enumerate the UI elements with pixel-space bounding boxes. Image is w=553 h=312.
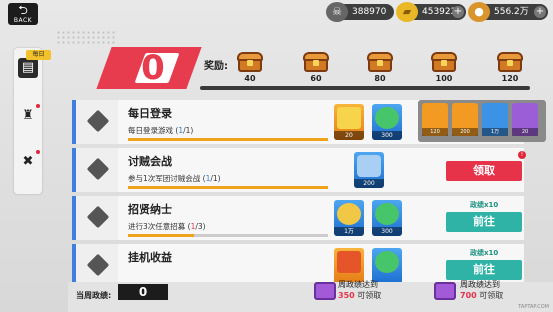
task-title: 招贤纳士 [128,203,172,216]
gear-icon [357,155,381,177]
side-nav: ▤ ♜ ✖ [14,48,42,194]
claim-700: 周政绩达到 700 可领取 [460,280,504,300]
nav-battle[interactable]: ✖ [18,152,38,172]
go-button[interactable]: 前往 [446,212,522,232]
preview-item[interactable]: 200 [452,103,478,136]
fire-icon [337,251,361,273]
milestone-60: 60 [310,74,322,83]
dot-pattern [56,30,116,44]
skull-icon: ☠ [326,2,348,22]
resource-skull: ☠ 388970 [326,2,394,22]
task-desc: 进行3次任意招募 (1/3) [128,222,206,231]
copper-coin-icon [337,203,361,225]
claim-button[interactable]: 领取 [446,161,522,181]
task-progress-bar [128,138,328,141]
green-token-icon [375,107,399,129]
task-row-idle: 挂机收益 政绩x10 前往 [72,244,524,284]
reward-label: 奖励: [204,61,228,72]
clipboard-icon: ▤ [21,60,35,75]
milestone-progress [200,86,530,90]
treasure-box-icon[interactable] [434,282,456,300]
add-coin-button[interactable]: + [534,6,546,18]
reward-item[interactable]: 20 [334,104,364,140]
gold-ingot-icon [337,107,361,129]
watermark: TAPTAP.COM [518,304,549,310]
green-token-icon [375,203,399,225]
milestone-120: 120 [501,74,519,83]
milestone-80: 80 [374,74,386,83]
task-row-recruit: 招贤纳士 进行3次任意招募 (1/3) 1万 300 政绩x10 前往 [72,196,524,240]
notification-dot [36,104,40,108]
top-bar: ⮌ BACK ☠ 388970 ▰ 453922 + ● 556.2万 + [0,0,553,28]
nav-daily-tag: 每日 [26,50,51,60]
claim-350: 周政绩达到 350 可领取 [338,280,382,300]
nav-achievement[interactable]: ♜ [18,106,38,126]
green-token-icon [375,251,399,273]
reward-item[interactable]: 200 [354,152,384,188]
go-button[interactable]: 前往 [446,260,522,280]
chest-60[interactable] [302,52,330,74]
back-arrow-icon: ⮌ [18,3,28,17]
resource-skull-value: 388970 [352,7,387,17]
week-merit-value: 0 [118,284,168,300]
reward-preview-panel: 120 200 1万 20 [418,100,546,142]
milestone-40: 40 [244,74,256,83]
task-desc: 参与1次军团讨贼会战 (1/1) [128,174,221,183]
chest-120[interactable] [496,52,524,74]
task-row-battle: 讨贼会战 参与1次军团讨贼会战 (1/1) 200 领取 ! [72,148,526,192]
back-label: BACK [13,17,33,24]
preview-item[interactable]: 1万 [482,103,508,136]
swords-icon: ✖ [22,154,34,169]
resource-gold: ▰ 453922 + [396,2,466,22]
add-gold-button[interactable]: + [452,6,464,18]
reward-item[interactable]: 300 [372,200,402,236]
chest-40[interactable] [236,52,264,74]
task-title: 每日登录 [128,107,172,120]
back-button[interactable]: ⮌ BACK [8,3,38,25]
merit-caption: 政绩x10 [470,249,499,257]
notification-dot [36,150,40,154]
milestone-100: 100 [435,74,453,83]
treasure-box-icon[interactable] [314,282,336,300]
preview-item[interactable]: 120 [422,103,448,136]
task-desc: 每日登录游戏 (1/1) [128,126,194,135]
chest-100[interactable] [430,52,458,74]
reward-item[interactable]: 300 [372,104,402,140]
task-progress-bar [128,186,328,189]
task-title: 挂机收益 [128,251,172,264]
gold-ingot-icon: ▰ [396,2,418,22]
merit-caption: 政绩x10 [470,201,499,209]
preview-item[interactable]: 20 [512,103,538,136]
resource-coin: ● 556.2万 + [468,2,548,22]
task-progress-bar [128,234,328,237]
resource-coin-value: 556.2万 [494,7,529,17]
chest-80[interactable] [366,52,394,74]
alert-badge: ! [518,151,526,159]
task-title: 讨贼会战 [128,155,172,168]
coin-icon: ● [468,2,490,22]
week-merit-label: 当周政绩: [76,291,112,300]
reward-item[interactable]: 1万 [334,200,364,236]
trophy-icon: ♜ [22,108,34,123]
nav-daily[interactable]: ▤ [18,58,38,78]
score-value: 0 [141,48,165,88]
